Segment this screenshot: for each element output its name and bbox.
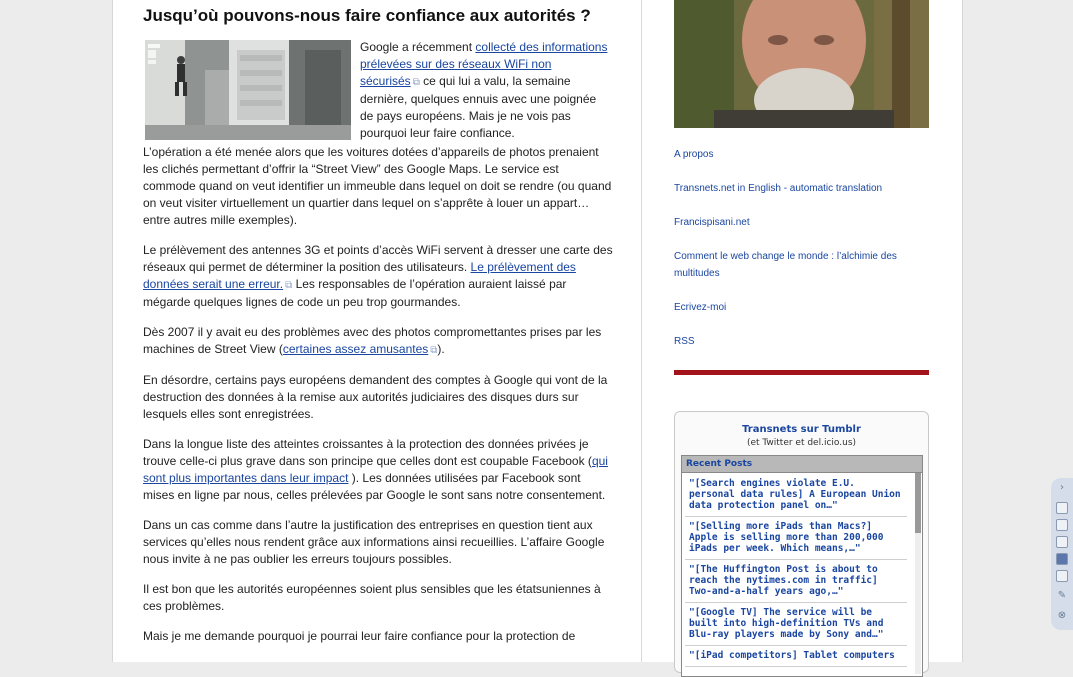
sidebar-link-a-propos[interactable]: A propos <box>674 146 930 163</box>
close-icon[interactable]: ⊗ <box>1056 610 1068 622</box>
article: Jusqu’où pouvons-nous faire confiance au… <box>143 0 613 658</box>
sidebar-divider <box>674 370 929 375</box>
recent-posts-scrollbar[interactable] <box>915 473 921 674</box>
paragraph-8: Mais je me demande pourquoi je pourrai l… <box>143 629 576 643</box>
paragraph-4: En désordre, certains pays européens dem… <box>143 373 608 421</box>
paragraph-3: Dès 2007 il y avait eu des problèmes ave… <box>143 324 613 359</box>
tumblr-title[interactable]: Transnets sur Tumblr <box>675 424 928 435</box>
paragraph-5: Dans la longue liste des atteintes crois… <box>143 436 613 504</box>
paragraph-2: Le prélèvement des antennes 3G et points… <box>143 242 613 311</box>
recent-post[interactable]: "[The Huffington Post is about to reach … <box>685 560 907 603</box>
sidebar-links: A propos Transnets.net in English - auto… <box>674 146 930 350</box>
paragraph-3-post: ). <box>437 342 445 356</box>
recent-posts-list: "[Search engines violate E.U. personal d… <box>685 474 907 667</box>
tumblr-subtitle: (et Twitter et del.icio.us) <box>746 438 857 448</box>
sidebar-link-francispisani[interactable]: Francispisani.net <box>674 214 930 231</box>
bookmark-icon[interactable] <box>1056 502 1068 514</box>
column-divider <box>641 0 642 662</box>
sidebar-link-english[interactable]: Transnets.net in English - automatic tra… <box>674 180 930 197</box>
author-portrait <box>674 0 929 128</box>
list-icon[interactable] <box>1056 519 1068 531</box>
paragraph-5-pre: Dans la longue liste des atteintes crois… <box>143 437 592 468</box>
recent-posts-box: Recent Posts "[Search engines violate E.… <box>681 455 923 677</box>
paragraph-7: Il est bon que les autorités européennes… <box>143 582 601 613</box>
twitter-icon[interactable] <box>1056 536 1068 548</box>
email-icon[interactable] <box>1056 570 1068 582</box>
facebook-icon[interactable] <box>1056 553 1068 565</box>
paragraph-3-link[interactable]: certaines assez amusantes <box>283 342 428 356</box>
recent-post[interactable]: "[Selling more iPads than Macs?] Apple i… <box>685 517 907 560</box>
edit-icon[interactable]: ✎ <box>1056 590 1068 602</box>
sidebar-link-contact[interactable]: Ecrivez-moi <box>674 299 930 316</box>
sidebar-link-rss[interactable]: RSS <box>674 333 930 350</box>
sidebar-link-book[interactable]: Comment le web change le monde : l’alchi… <box>674 248 930 282</box>
article-title: Jusqu’où pouvons-nous faire confiance au… <box>143 6 591 25</box>
external-link-icon: ⧉ <box>412 77 420 88</box>
recent-post[interactable]: "[Search engines violate E.U. personal d… <box>685 474 907 517</box>
page: Jusqu’où pouvons-nous faire confiance au… <box>112 0 963 677</box>
article-intro: Google a récemment collecté des informat… <box>143 40 613 144</box>
recent-post[interactable]: "[Google TV] The service will be built i… <box>685 603 907 646</box>
share-toolbar: › ✎ ⊗ <box>1051 478 1073 630</box>
paragraph-1: L’opération a été menée alors que les vo… <box>143 145 612 227</box>
chevron-right-icon[interactable]: › <box>1056 482 1068 494</box>
paragraph-6: Dans un cas comme dans l’autre la justif… <box>143 518 605 566</box>
recent-post[interactable]: "[iPad competitors] Tablet computers <box>685 646 907 667</box>
recent-posts-header: Recent Posts <box>682 456 922 473</box>
tumblr-widget: Transnets sur Tumblr (et Twitter et del.… <box>674 411 929 677</box>
intro-text: Google a récemment collecté des informat… <box>360 39 612 142</box>
intro-pre: Google a récemment <box>360 40 476 54</box>
street-view-photo <box>145 40 351 140</box>
scrollbar-thumb[interactable] <box>915 473 921 533</box>
